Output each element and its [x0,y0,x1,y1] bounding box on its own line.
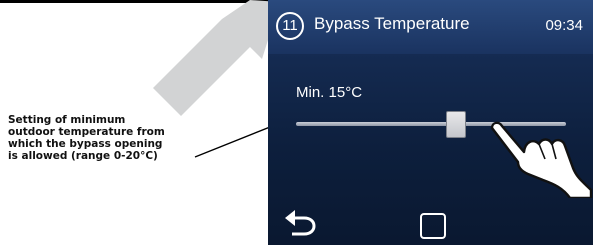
screen-header: 11 Bypass Temperature 09:34 [268,0,593,54]
min-temperature-label: Min. 15°C [296,84,363,101]
annotation-line: which the bypass opening [8,138,163,150]
page: { "annotation": { "lines": [ "Setting of… [0,0,593,245]
step-number-badge: 11 [276,12,304,40]
page-title: Bypass Temperature [314,14,470,33]
square-home-icon[interactable] [420,213,446,239]
device-screen: 11 Bypass Temperature 09:34 Min. 15°C [268,0,593,245]
clock-time: 09:34 [545,17,583,34]
temperature-slider-thumb[interactable] [446,111,466,138]
annotation-line: Setting of minimum [8,114,126,126]
annotation-line: is allowed (range 0-20°C) [8,150,158,162]
hand-pointer-icon [490,121,593,198]
annotation-line: outdoor temperature from [8,126,165,138]
back-arrow-icon[interactable] [284,208,318,238]
annotation-text: Setting of minimum outdoor temperature f… [8,114,213,162]
